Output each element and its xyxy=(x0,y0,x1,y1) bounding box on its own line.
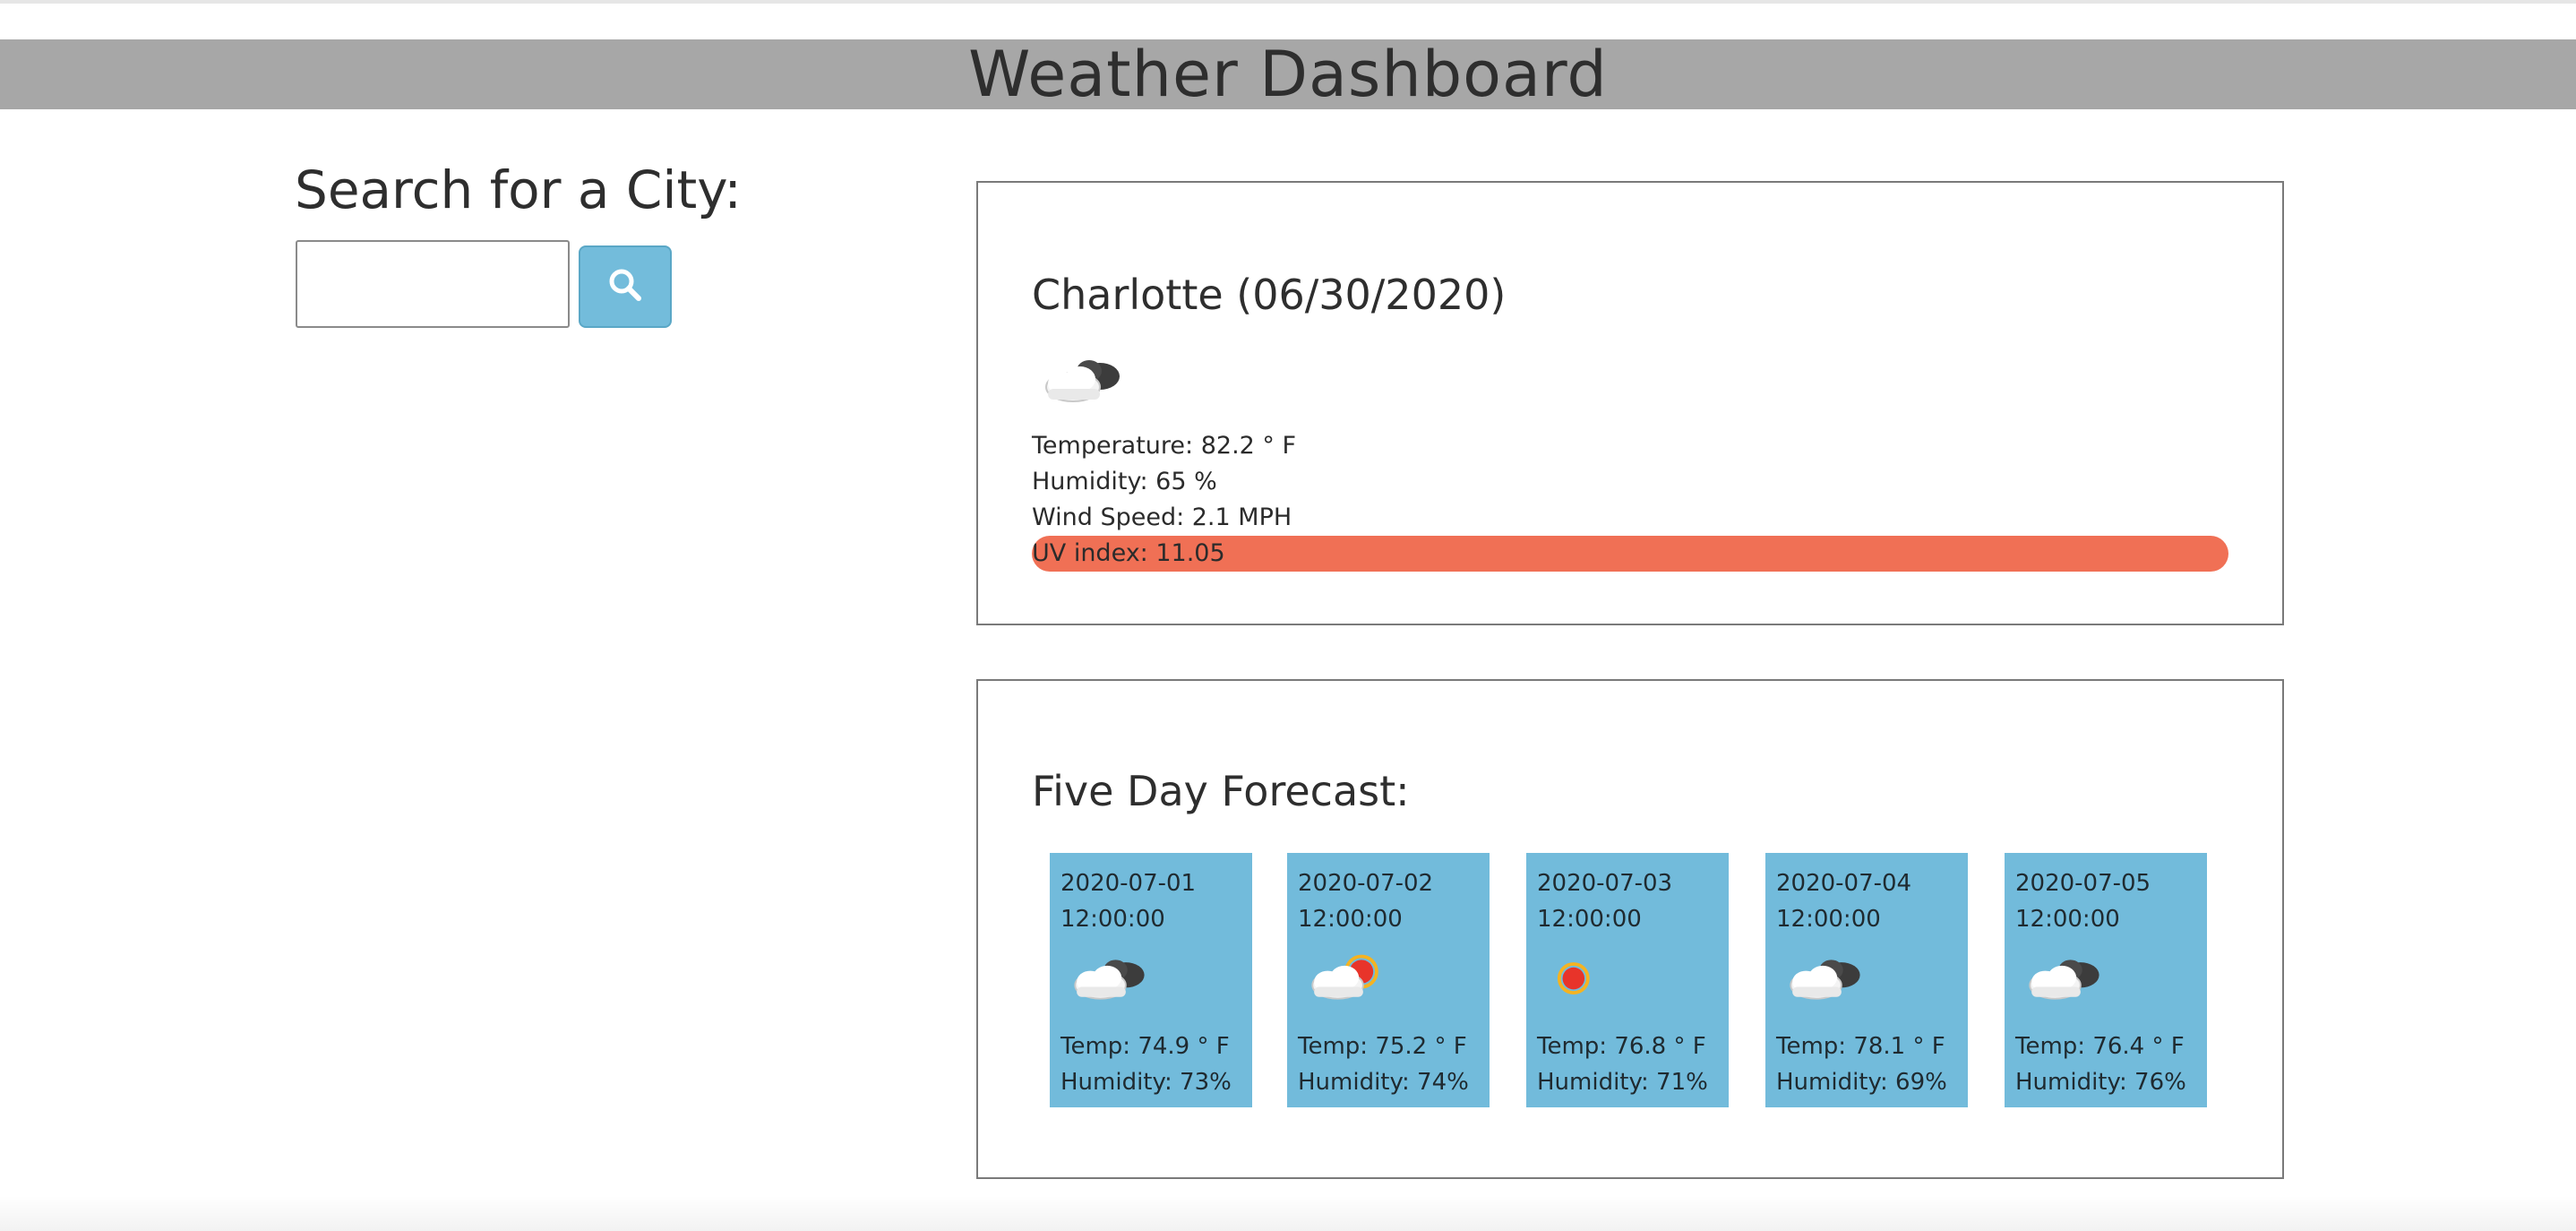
forecast-date: 2020-07-04 12:00:00 xyxy=(1776,870,1912,933)
cloudy-icon xyxy=(2021,950,2107,1009)
forecast-date: 2020-07-03 12:00:00 xyxy=(1537,870,1673,933)
forecast-humidity: Humidity: 71% xyxy=(1537,1069,1708,1096)
forecast-temp: Temp: 74.9 ° F xyxy=(1060,1033,1230,1060)
partly-sunny-icon xyxy=(1303,950,1389,1009)
forecast-date: 2020-07-02 12:00:00 xyxy=(1298,870,1434,933)
forecast-cards: 2020-07-01 12:00:00 Temp: 74.9 ° F Humid… xyxy=(1050,853,2223,1109)
cloudy-icon xyxy=(1066,950,1152,1009)
page-title: Weather Dashboard xyxy=(968,38,1608,111)
forecast-humidity: Humidity: 74% xyxy=(1298,1069,1469,1096)
sun-icon xyxy=(1542,950,1628,1009)
forecast-card: 2020-07-04 12:00:00 Temp: 78.1 ° F Humid… xyxy=(1765,853,1968,1107)
forecast-humidity: Humidity: 69% xyxy=(1776,1069,1947,1096)
search-title: Search for a City: xyxy=(295,159,742,220)
wind-speed-text: Wind Speed: 2.1 MPH xyxy=(1032,504,1292,531)
forecast-temp: Temp: 78.1 ° F xyxy=(1776,1033,1945,1060)
forecast-humidity: Humidity: 73% xyxy=(1060,1069,1232,1096)
forecast-temp: Temp: 75.2 ° F xyxy=(1298,1033,1467,1060)
uv-index-badge: UV index: 11.05 xyxy=(1032,536,2228,572)
temperature-text: Temperature: 82.2 ° F xyxy=(1032,432,1297,460)
forecast-card: 2020-07-05 12:00:00 Temp: 76.4 ° F Humid… xyxy=(2005,853,2207,1107)
forecast-humidity: Humidity: 76% xyxy=(2015,1069,2186,1096)
uv-index-text: UV index: 11.05 xyxy=(1032,539,1225,567)
city-date-title: Charlotte (06/30/2020) xyxy=(1032,271,1507,319)
forecast-temp: Temp: 76.4 ° F xyxy=(2015,1033,2185,1060)
cloudy-icon xyxy=(1782,950,1868,1009)
top-border xyxy=(0,0,2576,4)
forecast-temp: Temp: 76.8 ° F xyxy=(1537,1033,1706,1060)
forecast-date: 2020-07-05 12:00:00 xyxy=(2015,870,2151,933)
bottom-shadow xyxy=(0,1195,2576,1231)
forecast-card: 2020-07-01 12:00:00 Temp: 74.9 ° F Humid… xyxy=(1050,853,1252,1107)
partly-cloudy-icon xyxy=(1037,349,1127,412)
city-search-input[interactable] xyxy=(296,240,570,328)
forecast-title: Five Day Forecast: xyxy=(1032,767,1410,815)
search-button[interactable] xyxy=(579,245,672,328)
page-header: Weather Dashboard xyxy=(0,38,2576,111)
search-icon xyxy=(607,267,643,306)
humidity-text: Humidity: 65 % xyxy=(1032,468,1217,495)
forecast-card: 2020-07-03 12:00:00 Temp: 76.8 ° F Humid… xyxy=(1526,853,1729,1107)
forecast-date: 2020-07-01 12:00:00 xyxy=(1060,870,1197,933)
current-weather-panel: Charlotte (06/30/2020) Temperature: 82.2… xyxy=(976,181,2284,625)
five-day-forecast-panel: Five Day Forecast: 2020-07-01 12:00:00 T… xyxy=(976,679,2284,1179)
forecast-card: 2020-07-02 12:00:00 Temp: 75.2 ° F Humid… xyxy=(1287,853,1490,1107)
